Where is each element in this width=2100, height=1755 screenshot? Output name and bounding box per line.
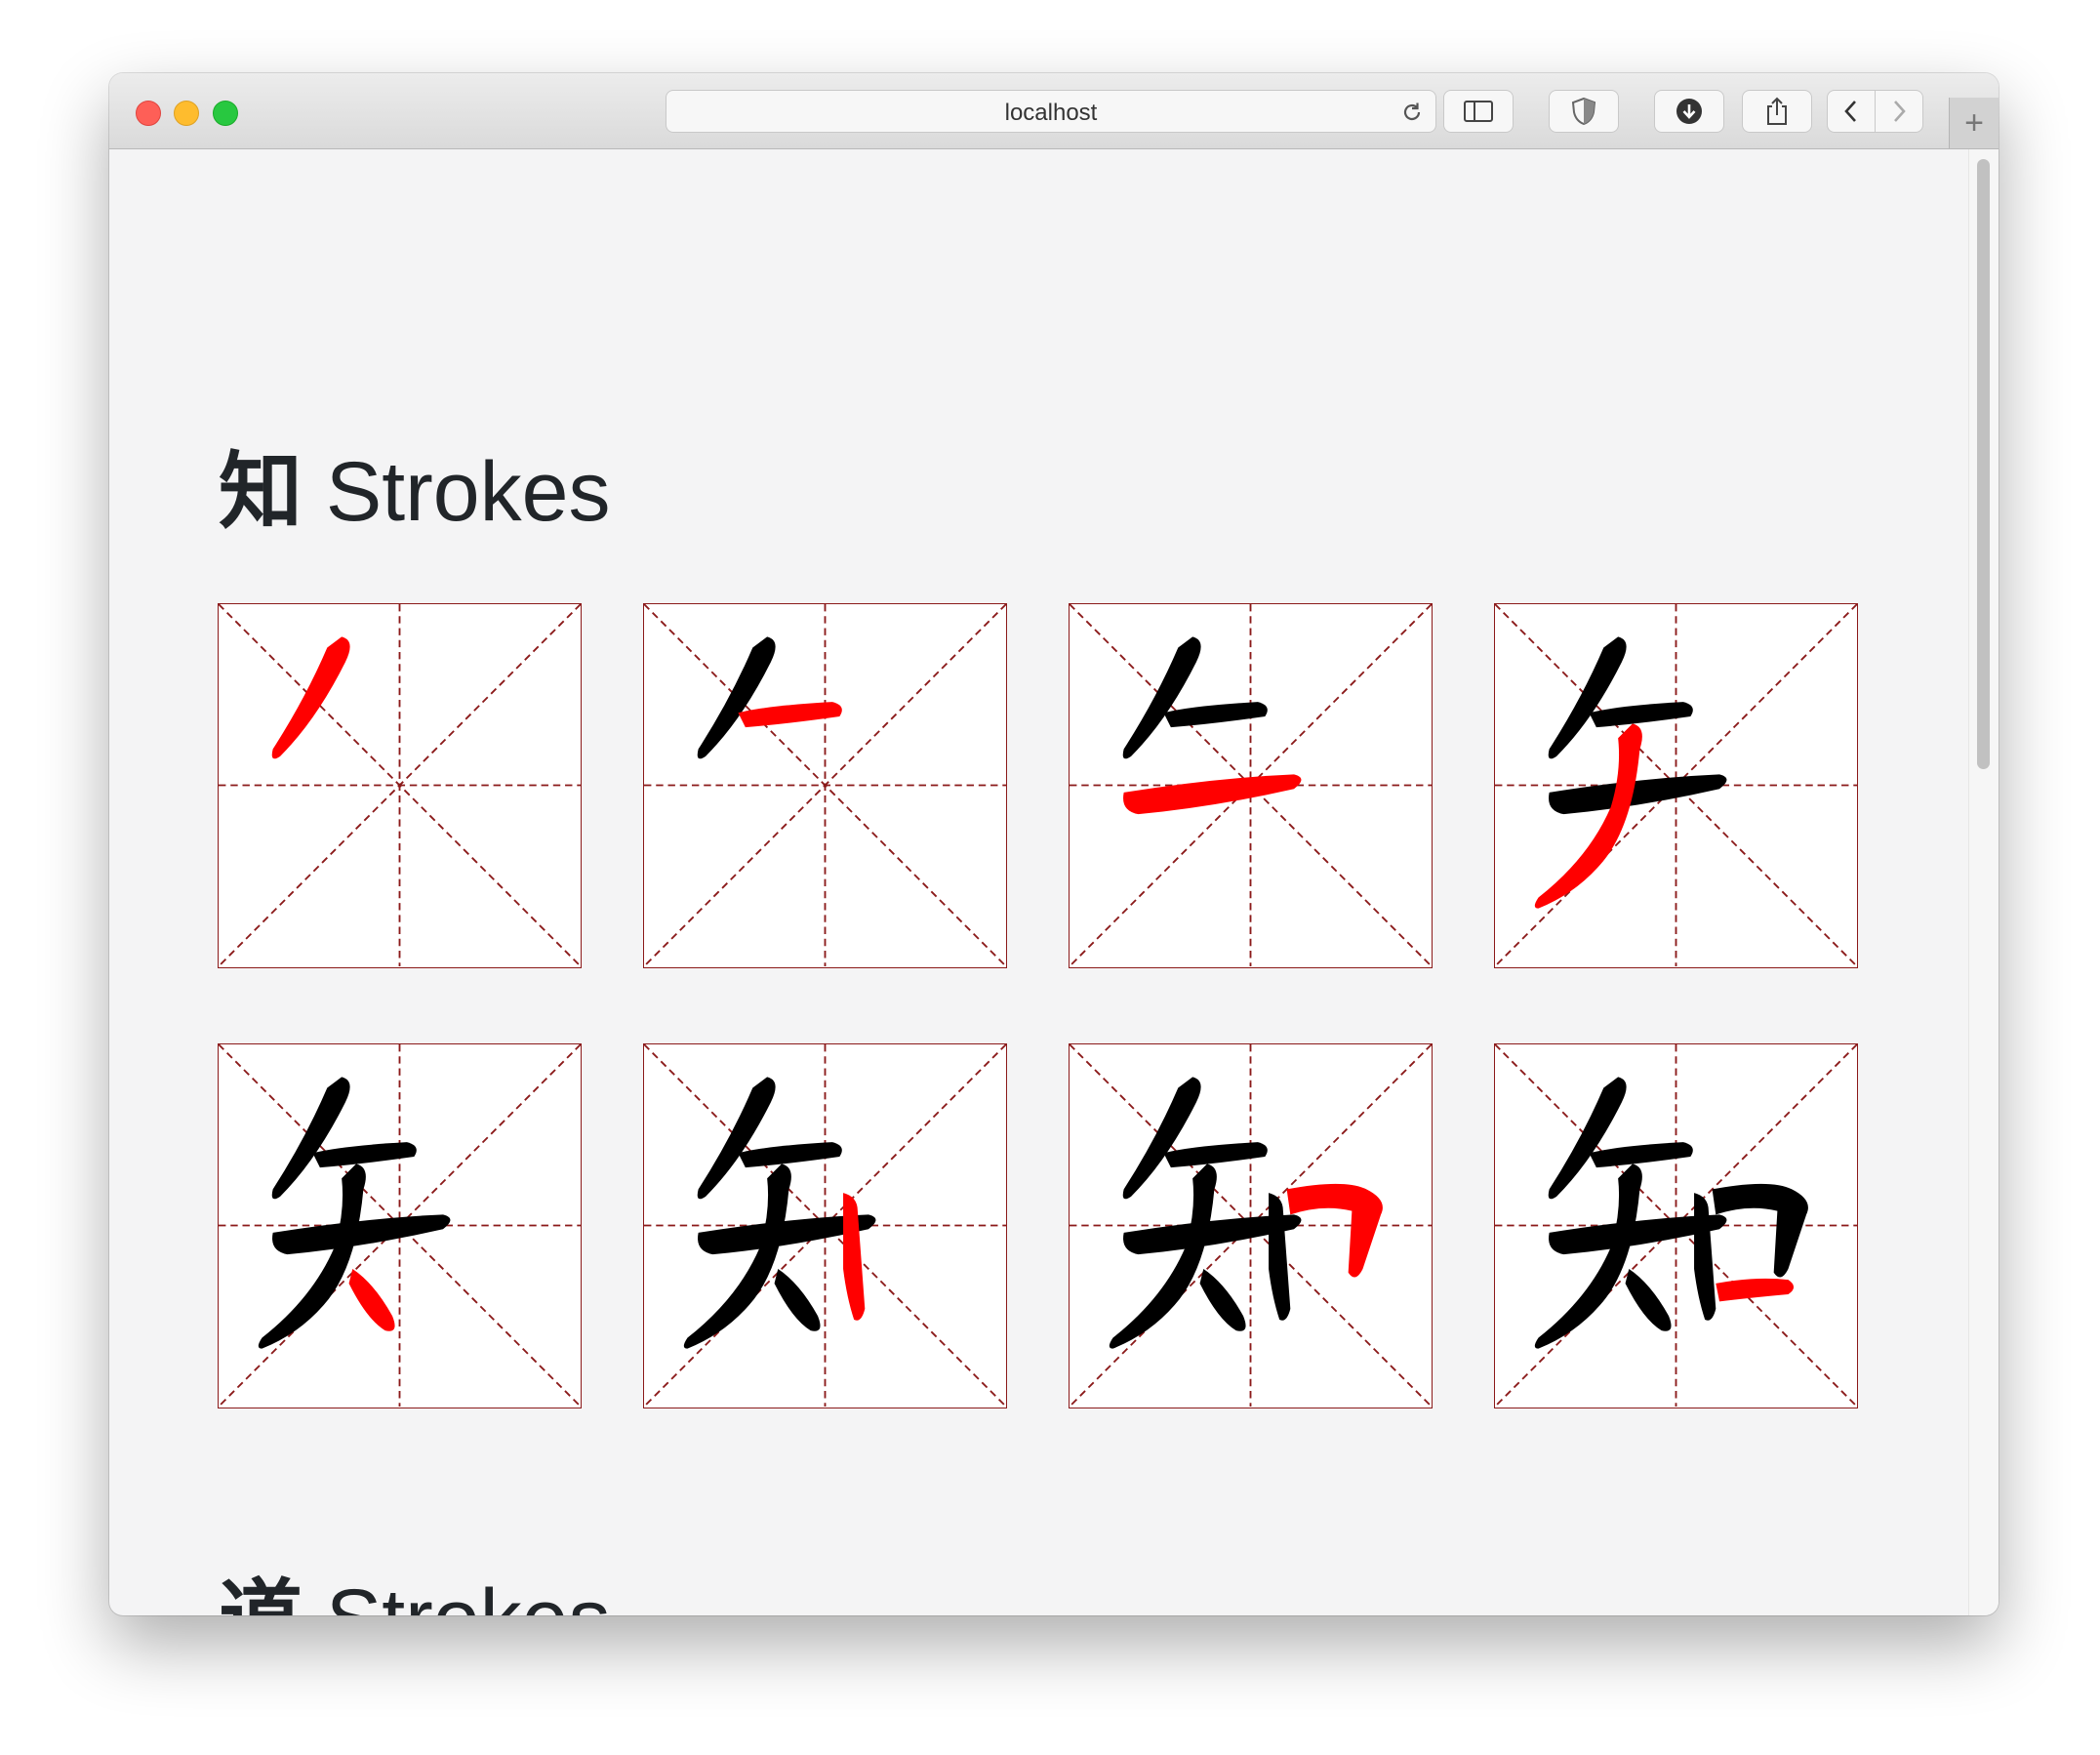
- stroke-step-1: [218, 603, 582, 968]
- current-stroke: [1716, 1278, 1795, 1302]
- stroke-step-2: [643, 603, 1007, 968]
- address-bar[interactable]: localhost: [666, 90, 1436, 133]
- stroke-step-4: [1494, 603, 1858, 968]
- previous-stroke: [1548, 1077, 1627, 1200]
- section-label: Strokes: [326, 1572, 611, 1615]
- current-stroke: [271, 636, 350, 759]
- section-character: 知: [219, 443, 303, 541]
- downloads-button[interactable]: [1654, 90, 1724, 133]
- previous-stroke: [1625, 1269, 1672, 1331]
- url-text: localhost: [1004, 100, 1098, 126]
- previous-stroke: [271, 1077, 350, 1200]
- tian-grid-5: [219, 1044, 581, 1407]
- section-title-dao: 道 Strokes: [219, 1577, 610, 1615]
- previous-stroke: [1589, 702, 1693, 728]
- privacy-button[interactable]: [1549, 90, 1619, 133]
- sidebar-icon: [1464, 101, 1493, 122]
- previous-stroke: [1589, 1142, 1693, 1168]
- title-bar: localhost +: [109, 73, 1999, 149]
- current-stroke: [348, 1269, 395, 1331]
- reload-icon[interactable]: [1398, 99, 1426, 126]
- share-icon: [1767, 97, 1787, 125]
- stroke-step-6: [643, 1043, 1007, 1408]
- vertical-scrollbar[interactable]: [1968, 149, 1999, 1615]
- current-stroke: [843, 1193, 866, 1321]
- previous-stroke: [312, 1142, 417, 1168]
- close-window-button[interactable]: [136, 101, 161, 126]
- page-content: 知 Strokes 道 Strokes: [109, 149, 1999, 1615]
- previous-stroke: [1122, 1077, 1201, 1200]
- previous-stroke: [1122, 636, 1201, 759]
- minimize-window-button[interactable]: [174, 101, 199, 126]
- new-tab-button[interactable]: +: [1949, 98, 1999, 148]
- tian-grid-1: [219, 604, 581, 966]
- tian-grid-3: [1070, 604, 1432, 966]
- browser-window: localhost + 知 Strokes: [109, 73, 1999, 1615]
- share-button[interactable]: [1742, 90, 1812, 133]
- previous-stroke: [774, 1269, 821, 1331]
- tian-grid-7: [1070, 1044, 1432, 1407]
- shield-icon: [1571, 97, 1596, 126]
- stroke-step-5: [218, 1043, 582, 1408]
- section-label: Strokes: [325, 445, 611, 539]
- back-button[interactable]: [1827, 90, 1876, 133]
- download-icon: [1676, 99, 1702, 124]
- stroke-step-7: [1069, 1043, 1433, 1408]
- previous-stroke: [1163, 1142, 1268, 1168]
- section-character: 道: [219, 1571, 303, 1615]
- zoom-window-button[interactable]: [213, 101, 238, 126]
- stroke-step-8: [1494, 1043, 1858, 1408]
- current-stroke: [1286, 1183, 1383, 1278]
- previous-stroke: [1163, 702, 1268, 728]
- tian-grid-6: [644, 1044, 1006, 1407]
- forward-button[interactable]: [1875, 90, 1923, 133]
- tian-grid-8: [1495, 1044, 1857, 1407]
- stroke-step-3: [1069, 603, 1433, 968]
- tian-grid-4: [1495, 604, 1857, 966]
- sidebar-button[interactable]: [1443, 90, 1514, 133]
- back-icon: [1844, 101, 1856, 122]
- previous-stroke: [1712, 1183, 1808, 1278]
- previous-stroke: [697, 1077, 776, 1200]
- previous-stroke: [1269, 1193, 1291, 1321]
- previous-stroke: [1548, 636, 1627, 759]
- previous-stroke: [1199, 1269, 1246, 1331]
- previous-stroke: [738, 1142, 842, 1168]
- section-title-zhi: 知 Strokes: [219, 450, 610, 534]
- previous-stroke: [697, 636, 776, 759]
- scrollbar-thumb[interactable]: [1977, 159, 1990, 769]
- forward-icon: [1894, 101, 1906, 122]
- current-stroke: [738, 702, 842, 728]
- previous-stroke: [1694, 1193, 1716, 1321]
- tian-grid-2: [644, 604, 1006, 966]
